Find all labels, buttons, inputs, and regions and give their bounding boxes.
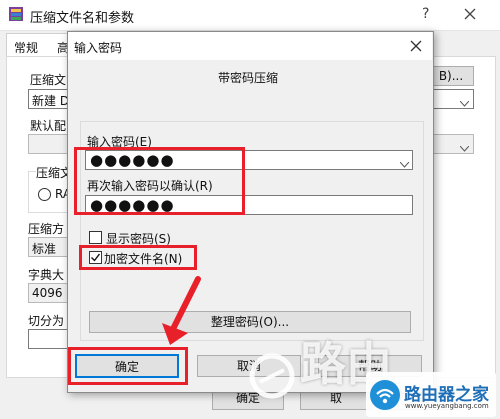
help-question-icon[interactable]: ?	[422, 6, 429, 22]
tab-general[interactable]: 常规	[14, 39, 38, 56]
default-profile-label: 默认配	[30, 119, 67, 133]
dictionary-label: 字典大	[28, 268, 65, 282]
watermark-logo-icon	[248, 352, 296, 400]
highlight-encrypt-filenames	[79, 245, 197, 270]
chevron-down-icon[interactable]	[459, 141, 470, 155]
dialog-title: 输入密码	[74, 41, 123, 55]
chevron-down-icon[interactable]	[459, 96, 470, 110]
wifi-logo-icon	[368, 378, 402, 412]
show-password-checkbox[interactable]	[89, 231, 102, 244]
back-window-title: 压缩文件名和参数	[30, 11, 135, 26]
archive-name-label: 压缩文	[30, 73, 67, 87]
method-label: 压缩方	[28, 222, 65, 236]
winrar-app-icon	[8, 6, 24, 22]
chevron-down-icon[interactable]	[399, 157, 410, 171]
dialog-titlebar	[68, 32, 432, 60]
arrow-annotation-icon	[150, 275, 210, 350]
split-label: 切分为	[28, 314, 65, 328]
highlight-password-fields	[74, 147, 245, 215]
dialog-heading: 带密码压缩	[218, 71, 279, 85]
back-close-icon[interactable]	[462, 6, 478, 22]
dialog-close-icon[interactable]	[408, 38, 424, 54]
watermark-url: www.yueyangbang.com	[405, 402, 489, 410]
radio-rar[interactable]	[38, 188, 51, 201]
browse-button[interactable]: B)...	[428, 66, 474, 86]
highlight-ok-button	[68, 347, 188, 385]
